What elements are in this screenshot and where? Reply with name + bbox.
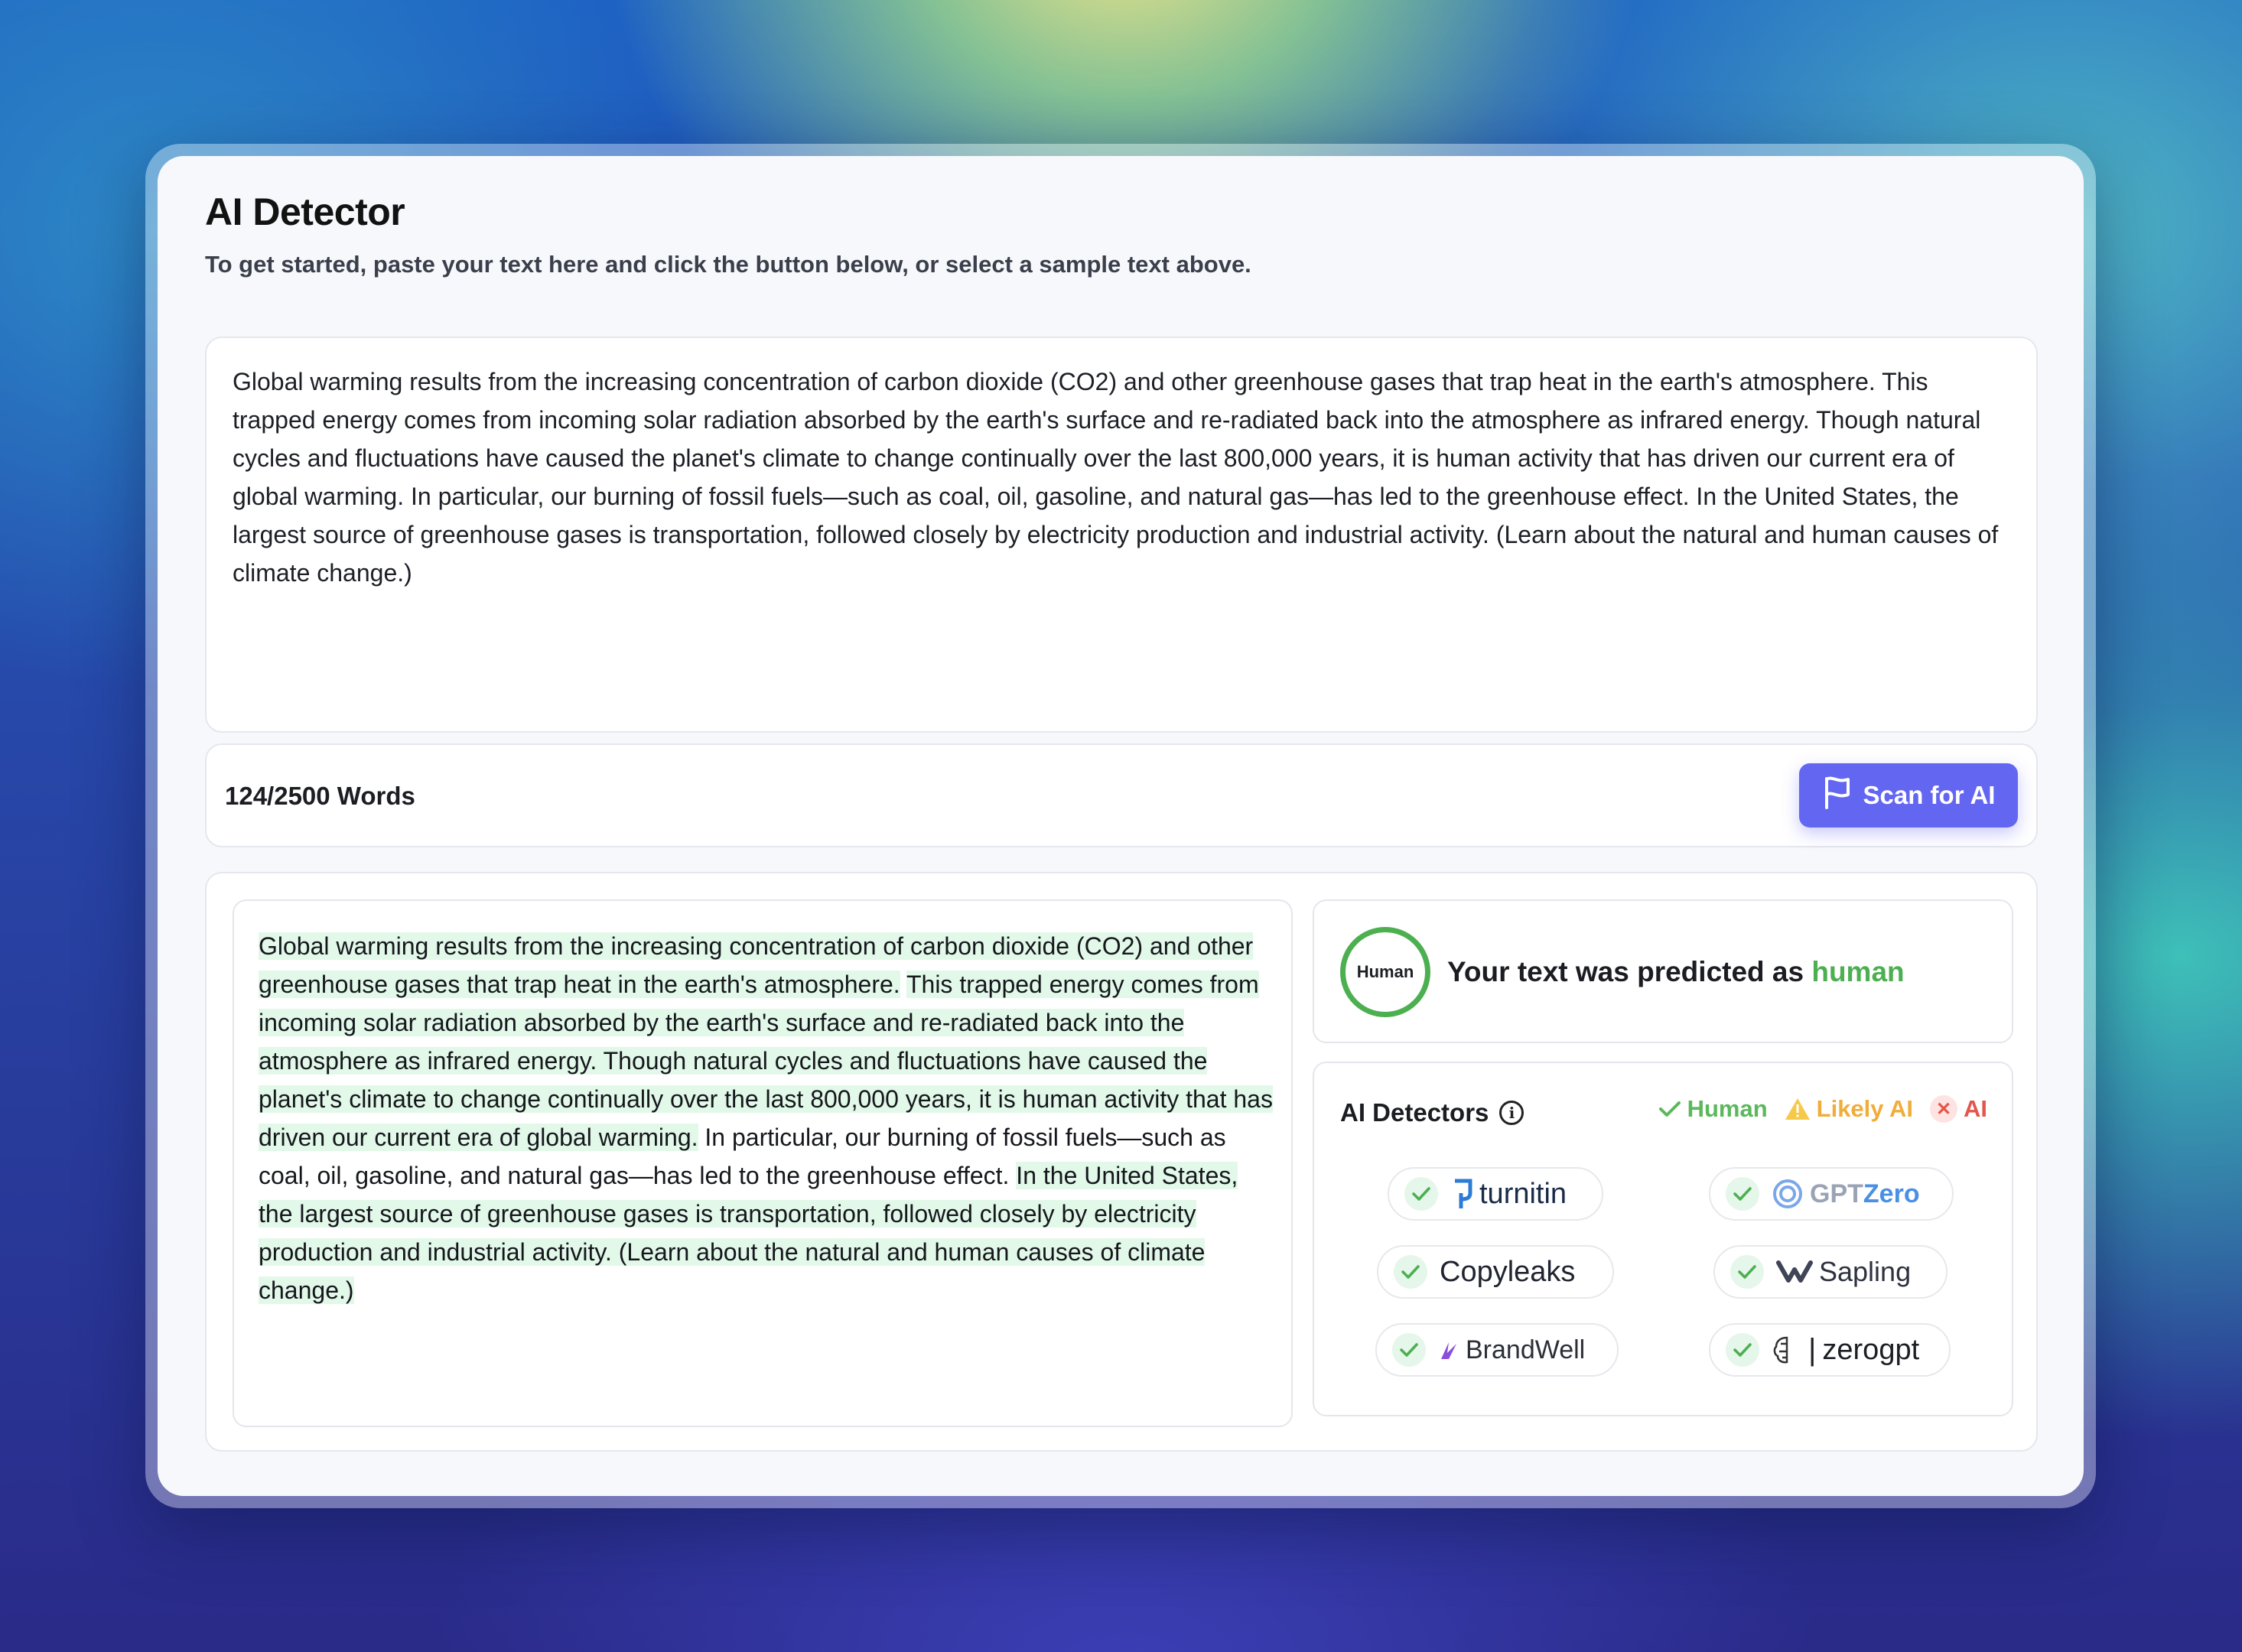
verdict-prefix: Your text was predicted as bbox=[1447, 956, 1804, 987]
text-segment bbox=[900, 971, 906, 998]
detectors-title: AI Detectors bbox=[1340, 1098, 1489, 1127]
detector-turnitin: turnitin bbox=[1388, 1167, 1603, 1221]
text-input-area[interactable]: Global warming results from the increasi… bbox=[205, 337, 2038, 733]
check-icon bbox=[1404, 1177, 1438, 1211]
check-icon bbox=[1726, 1333, 1759, 1367]
scan-for-ai-button[interactable]: Scan for AI bbox=[1799, 763, 2018, 828]
copyleaks-logo: Copyleaks bbox=[1440, 1255, 1576, 1288]
sapling-icon bbox=[1776, 1260, 1813, 1283]
check-icon bbox=[1394, 1255, 1427, 1289]
brain-icon bbox=[1773, 1336, 1788, 1364]
turnitin-icon bbox=[1455, 1179, 1472, 1208]
flag-icon bbox=[1822, 776, 1853, 815]
action-bar: 124/2500 Words Scan for AI bbox=[205, 743, 2038, 847]
detector-brandwell: BrandWell bbox=[1375, 1323, 1619, 1377]
sapling-logo: Sapling bbox=[1776, 1256, 1911, 1288]
ai-detectors-card: AI Detectors i Human Likely AI ✕ AI turn… bbox=[1313, 1062, 2013, 1416]
detectors-legend: Human Likely AI ✕ AI bbox=[1658, 1095, 1987, 1123]
detector-gptzero: GPTZero bbox=[1709, 1167, 1954, 1221]
results-panel: Global warming results from the increasi… bbox=[205, 872, 2038, 1452]
input-text[interactable]: Global warming results from the increasi… bbox=[233, 363, 2007, 592]
check-icon bbox=[1658, 1101, 1681, 1117]
zerogpt-logo: | zerogpt bbox=[1772, 1333, 1919, 1367]
scan-button-label: Scan for AI bbox=[1863, 781, 1996, 809]
highlighted-text: Global warming results from the increasi… bbox=[259, 927, 1276, 1309]
human-badge: Human bbox=[1340, 927, 1430, 1017]
turnitin-logo: turnitin bbox=[1450, 1176, 1567, 1211]
detectors-heading: AI Detectors i bbox=[1340, 1098, 1524, 1127]
gptzero-logo: GPTZero bbox=[1772, 1178, 1920, 1210]
gptzero-icon bbox=[1773, 1179, 1802, 1208]
brandwell-icon bbox=[1441, 1342, 1456, 1359]
x-icon: ✕ bbox=[1930, 1095, 1957, 1123]
verdict-value: human bbox=[1811, 956, 1905, 987]
warning-icon bbox=[1785, 1098, 1810, 1120]
detector-sapling: Sapling bbox=[1713, 1245, 1948, 1299]
word-count: 124/2500 Words bbox=[225, 782, 415, 810]
check-icon bbox=[1730, 1255, 1764, 1289]
page-subtitle: To get started, paste your text here and… bbox=[205, 251, 1251, 278]
info-icon[interactable]: i bbox=[1499, 1101, 1524, 1125]
detector-copyleaks: Copyleaks bbox=[1377, 1245, 1614, 1299]
check-icon bbox=[1392, 1333, 1426, 1367]
legend-human: Human bbox=[1658, 1095, 1768, 1123]
legend-likely-ai: Likely AI bbox=[1785, 1095, 1913, 1123]
check-icon bbox=[1726, 1177, 1759, 1211]
verdict-text: Your text was predicted as human bbox=[1447, 956, 1905, 988]
page-title: AI Detector bbox=[205, 190, 405, 233]
brandwell-logo: BrandWell bbox=[1438, 1335, 1585, 1365]
legend-ai: ✕ AI bbox=[1930, 1095, 1987, 1123]
verdict-card: Human Your text was predicted as human bbox=[1313, 899, 2013, 1043]
detector-zerogpt: | zerogpt bbox=[1709, 1323, 1951, 1377]
highlighted-result-panel: Global warming results from the increasi… bbox=[233, 899, 1293, 1427]
